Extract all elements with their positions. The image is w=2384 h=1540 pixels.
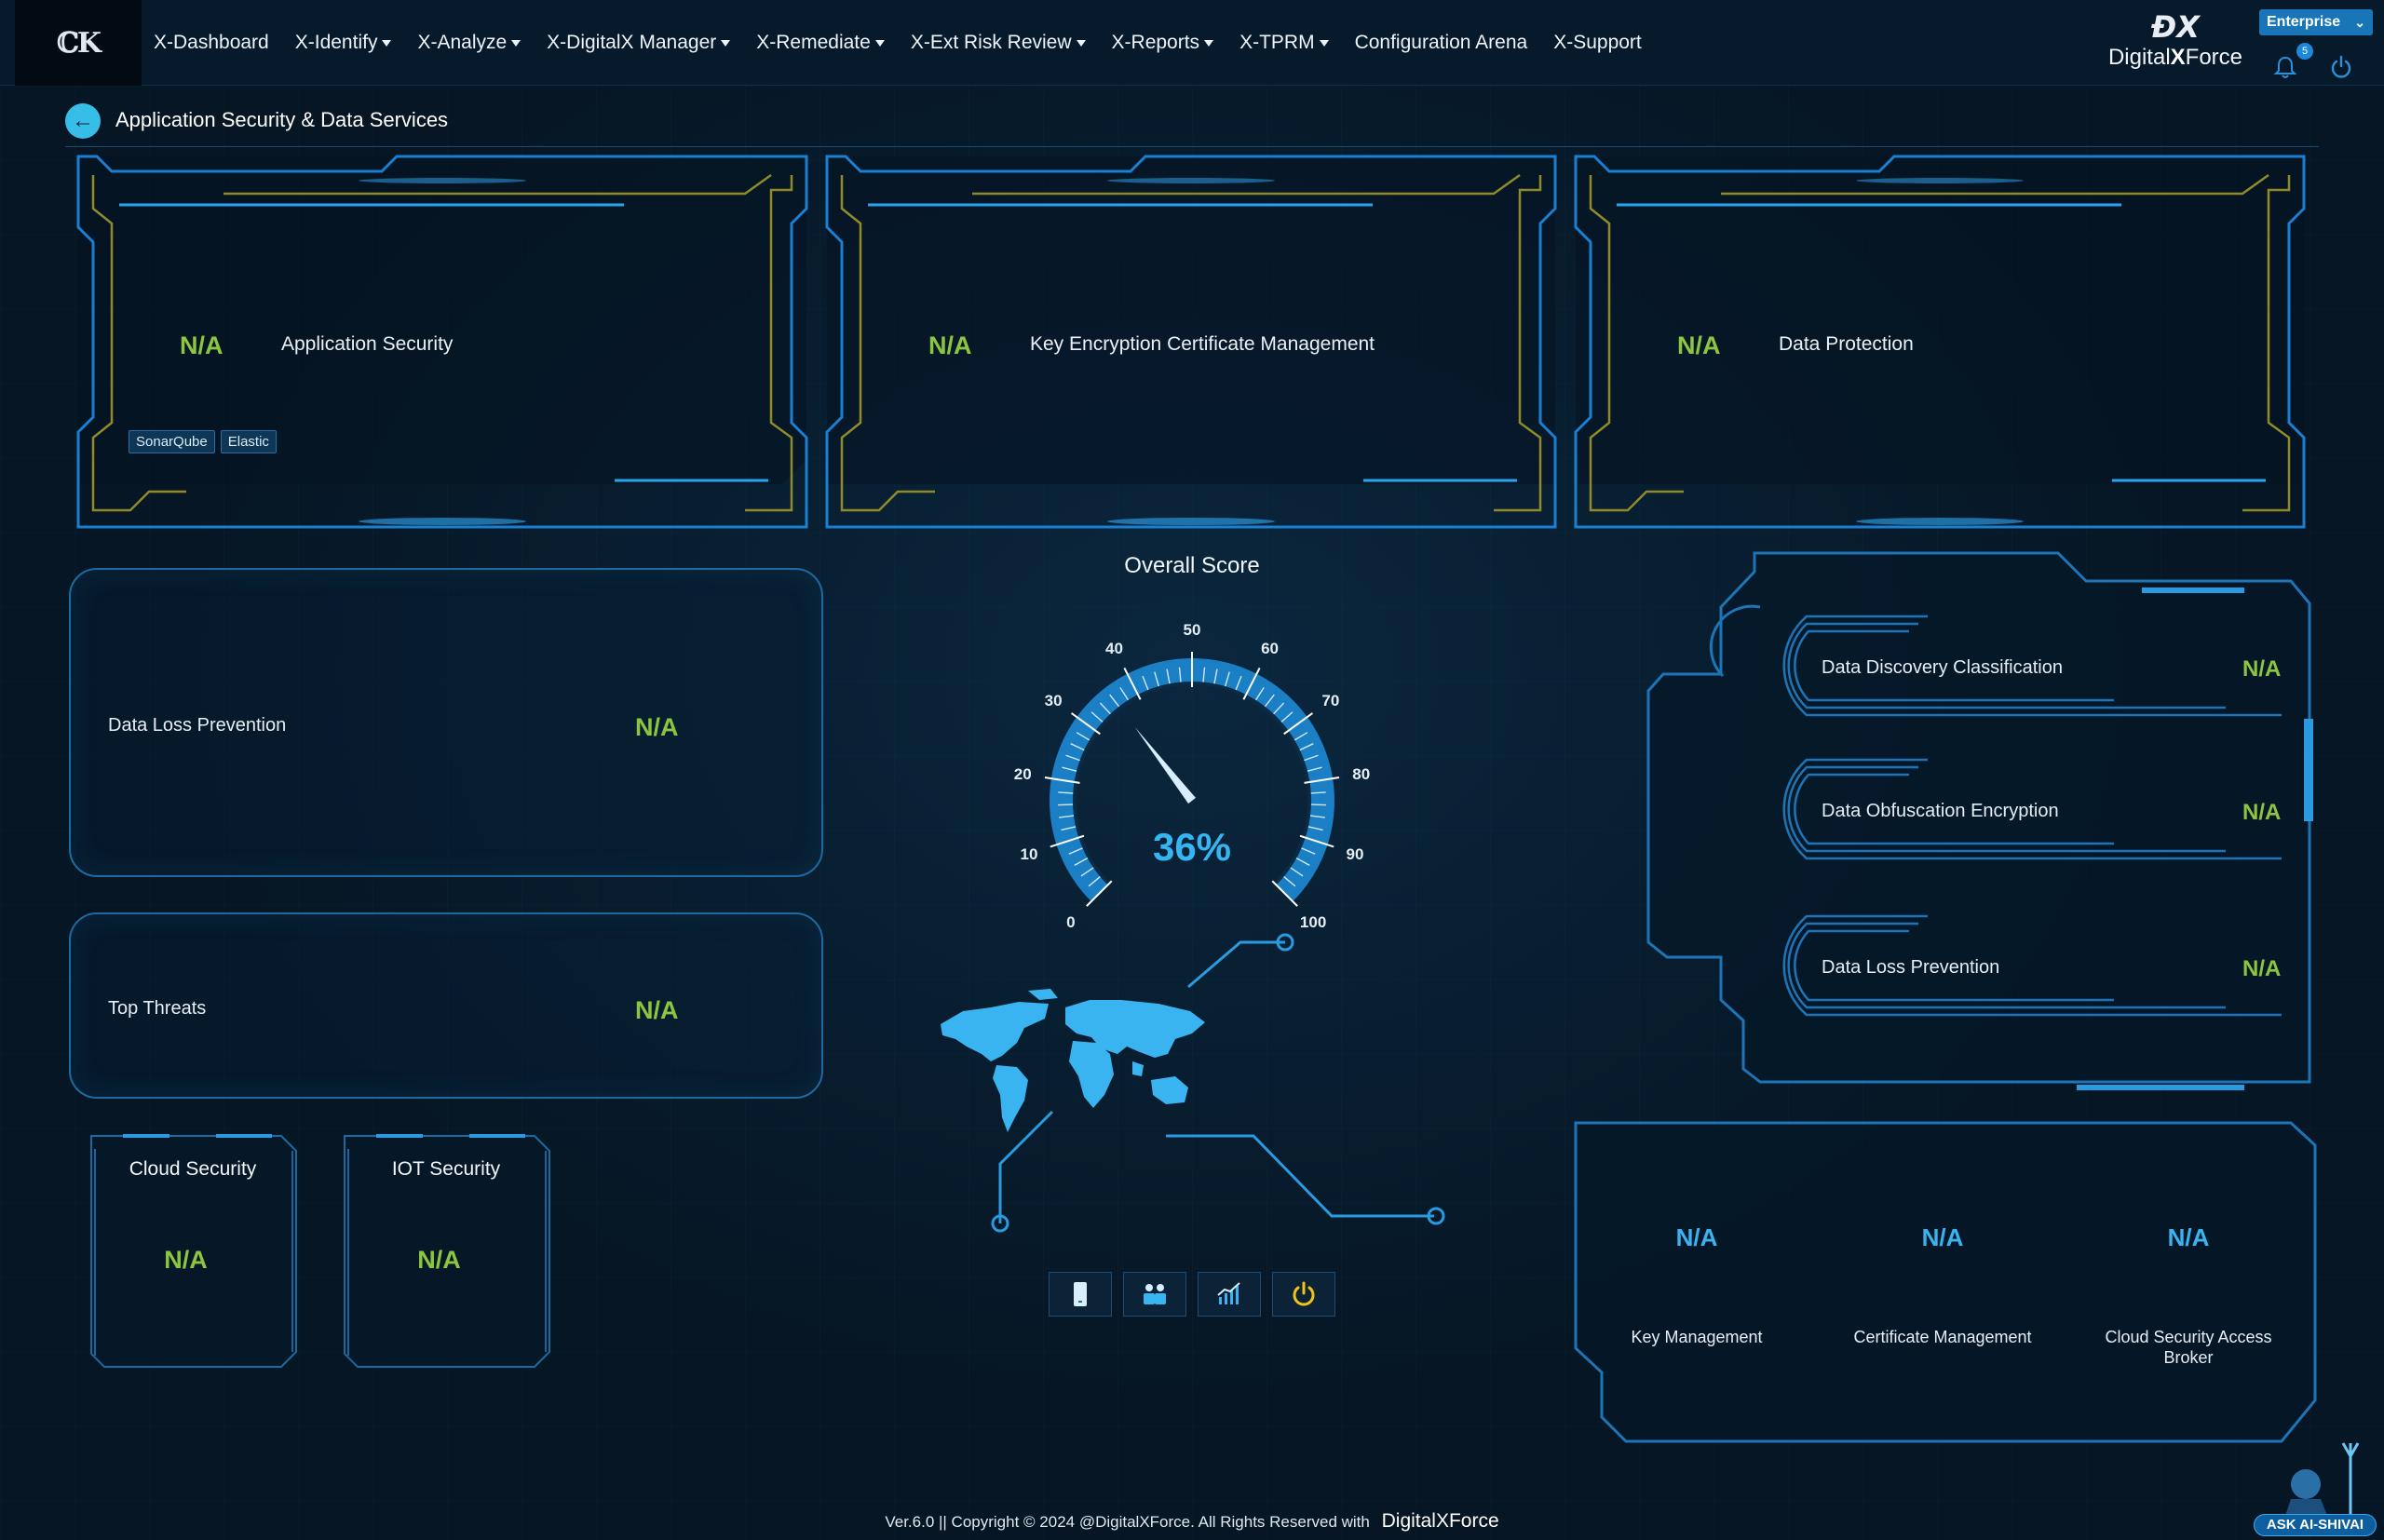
copyright-text: Ver.6.0 || Copyright © 2024 @DigitalXFor… — [885, 1513, 1370, 1531]
tool-button-row — [1049, 1272, 1347, 1317]
casb-item[interactable]: N/A Cloud Security Access Broker — [2095, 1223, 2282, 1368]
item-label: Certificate Management — [1853, 1328, 2032, 1346]
data-service-label: Data Loss Prevention — [1822, 957, 2000, 978]
power-icon — [1293, 1281, 1315, 1306]
power-button[interactable] — [1272, 1272, 1335, 1317]
key-services-panel: N/A Key Management N/A Certificate Manag… — [1574, 1121, 2319, 1447]
data-service-label: Data Obfuscation Encryption — [1822, 801, 2059, 821]
footer-brand: DigitalXForce — [1381, 1510, 1499, 1532]
data-service-label: Data Discovery Classification — [1822, 657, 2063, 678]
data-service-score: N/A — [2242, 956, 2282, 981]
item-label: Key Management — [1631, 1328, 1763, 1346]
team-icon — [1144, 1284, 1166, 1304]
bar-chart-icon — [1217, 1282, 1240, 1304]
data-service-score: N/A — [2242, 800, 2282, 825]
key-management-item[interactable]: N/A Key Management — [1604, 1223, 1790, 1347]
analytics-button[interactable] — [1198, 1272, 1261, 1317]
data-service-score: N/A — [2242, 656, 2282, 682]
team-button[interactable] — [1123, 1272, 1186, 1317]
phone-button[interactable] — [1049, 1272, 1112, 1317]
data-services-panel: Data Discovery Classification N/A Data O… — [1574, 551, 2319, 1091]
item-label: Cloud Security Access Broker — [2105, 1328, 2272, 1367]
phone-icon — [1074, 1282, 1087, 1306]
item-score: N/A — [1921, 1223, 1964, 1251]
certificate-management-item[interactable]: N/A Certificate Management — [1849, 1223, 2036, 1347]
ask-ai-button[interactable]: ASK AI-SHIVAI — [2254, 1514, 2377, 1536]
world-map-icon — [941, 989, 1205, 1132]
item-score: N/A — [2167, 1223, 2210, 1251]
footer: Ver.6.0 || Copyright © 2024 @DigitalXFor… — [0, 1510, 2384, 1533]
item-score: N/A — [1675, 1223, 1718, 1251]
